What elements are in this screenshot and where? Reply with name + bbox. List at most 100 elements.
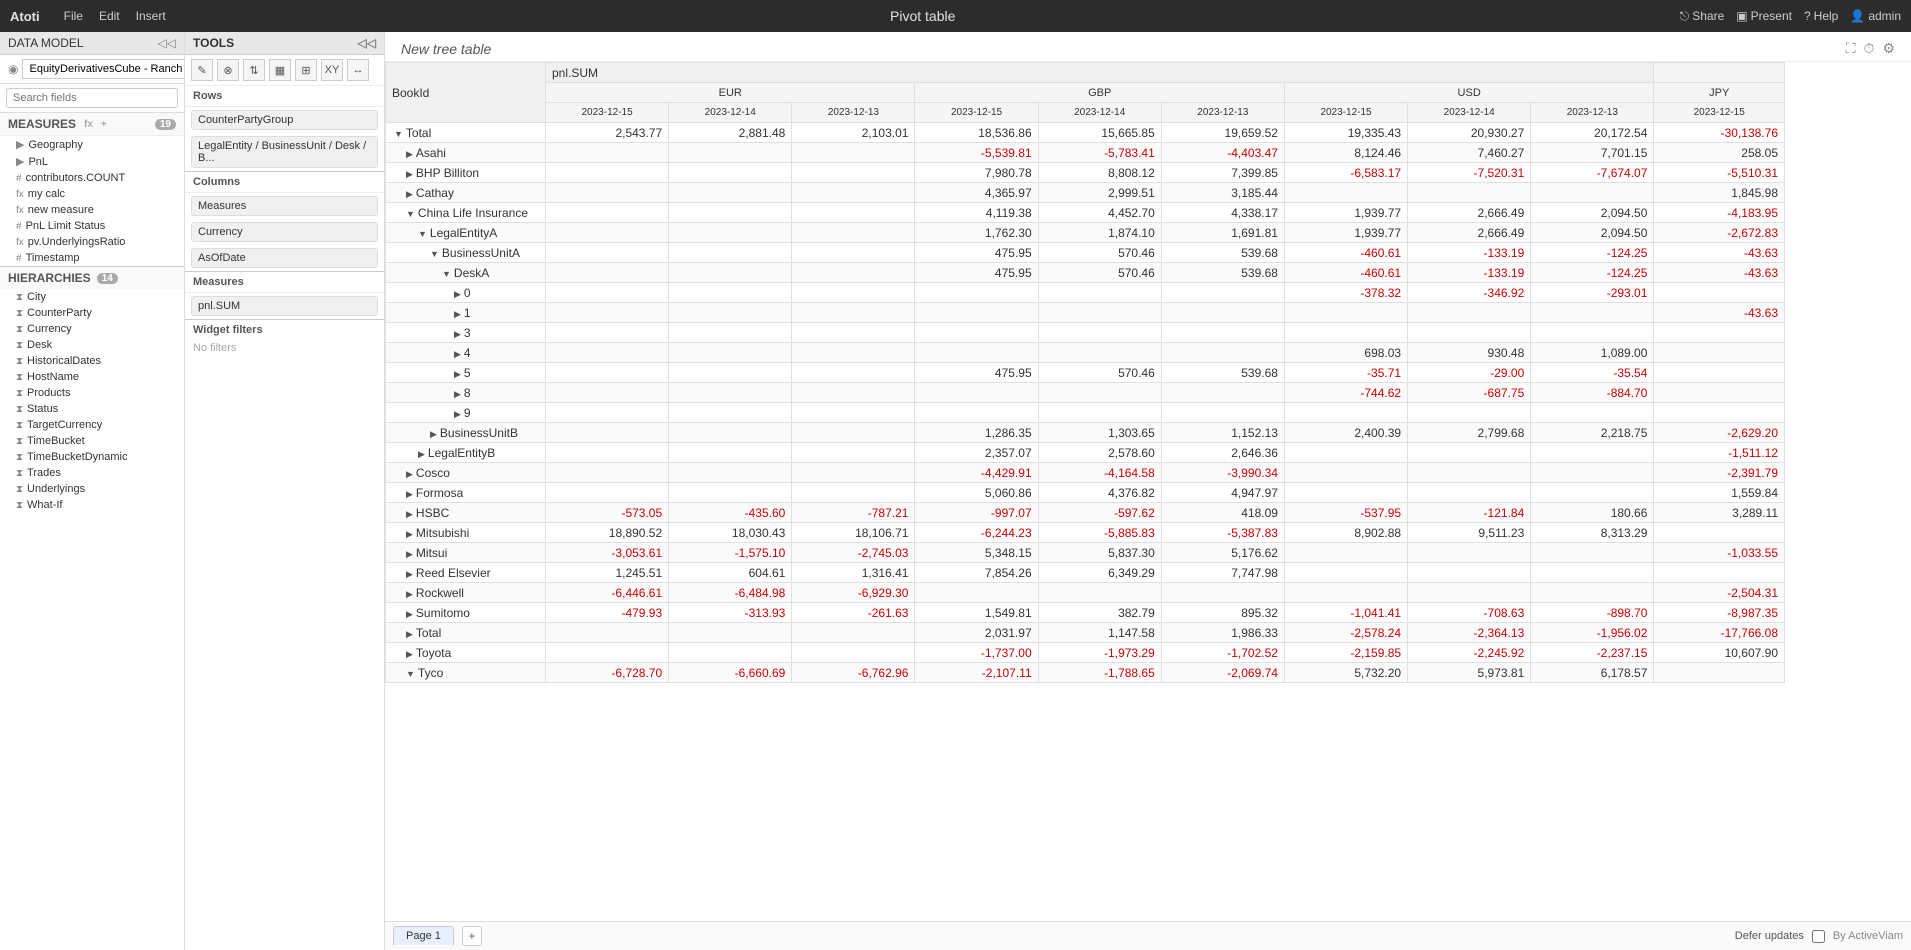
page-tab-1[interactable]: Page 1 bbox=[393, 926, 454, 946]
pencil-icon[interactable]: ✎ bbox=[191, 59, 213, 81]
expand-icon[interactable]: ▶ bbox=[406, 509, 413, 519]
row-label: ▶Mitsui bbox=[386, 543, 546, 563]
expand-icon[interactable]: ▶ bbox=[454, 369, 461, 379]
expand-icon[interactable]: ▼ bbox=[430, 249, 439, 259]
menu-file[interactable]: File bbox=[64, 9, 83, 23]
menu-edit[interactable]: Edit bbox=[99, 9, 120, 23]
expand-icon[interactable]: ▶ bbox=[406, 529, 413, 539]
expand-icon[interactable]: ▶ bbox=[406, 549, 413, 559]
expand-icon[interactable]: ▼ bbox=[394, 129, 403, 139]
admin-button[interactable]: 👤 admin bbox=[1850, 9, 1901, 23]
fullscreen-icon[interactable]: ⛶ bbox=[1846, 40, 1856, 57]
expand-icon[interactable]: ▶ bbox=[406, 169, 413, 179]
pivot-table: BookId pnl.SUM EUR GBP USD JPY 2023-12-1… bbox=[385, 62, 1785, 683]
hierarchy-products[interactable]: ⧗ Products bbox=[0, 385, 184, 401]
cell-value: 3,185.44 bbox=[1161, 183, 1284, 203]
cell-value: 2,578.60 bbox=[1038, 443, 1161, 463]
defer-updates: Defer updates By ActiveViam bbox=[1735, 930, 1903, 943]
hierarchy-counterparty[interactable]: ⧗ CounterParty bbox=[0, 305, 184, 321]
measure-timestamp[interactable]: # Timestamp bbox=[0, 250, 184, 266]
share-button[interactable]: ⎋ Share bbox=[1680, 9, 1725, 24]
xy-icon[interactable]: XY bbox=[321, 59, 343, 81]
help-button[interactable]: ? Help bbox=[1804, 9, 1838, 23]
collapse-left-icon[interactable]: ◁◁ bbox=[158, 36, 176, 50]
expand-icon[interactable]: ▶ bbox=[406, 569, 413, 579]
hierarchy-desk[interactable]: ⧗ Desk bbox=[0, 337, 184, 353]
measures-label: MEASURES bbox=[8, 117, 76, 131]
expand-icon[interactable]: ▼ bbox=[418, 229, 427, 239]
sort-icon[interactable]: ⇅ bbox=[243, 59, 265, 81]
defer-updates-checkbox[interactable] bbox=[1812, 930, 1825, 943]
chart-icon[interactable]: ▦ bbox=[269, 59, 291, 81]
hierarchy-hostname[interactable]: ⧗ HostName bbox=[0, 369, 184, 385]
expand-icon[interactable]: ▶ bbox=[454, 329, 461, 339]
expand-icon[interactable]: ▶ bbox=[406, 469, 413, 479]
table-row: ▼DeskA475.95570.46539.68-460.61-133.19-1… bbox=[386, 263, 1785, 283]
cell-value bbox=[1038, 283, 1161, 303]
expand-icon[interactable]: ▶ bbox=[406, 649, 413, 659]
cell-value: -30,138.76 bbox=[1654, 123, 1785, 143]
search-input[interactable] bbox=[6, 88, 178, 108]
hierarchy-what-if[interactable]: ⧗ What-If bbox=[0, 497, 184, 513]
filter-icon[interactable]: ⊗ bbox=[217, 59, 239, 81]
present-button[interactable]: ▣ Present bbox=[1736, 9, 1792, 23]
expand-icon[interactable]: ▶ bbox=[406, 149, 413, 159]
measure-contributors-count[interactable]: # contributors.COUNT bbox=[0, 170, 184, 186]
cell-value bbox=[669, 343, 792, 363]
expand-icon[interactable]: ▶ bbox=[406, 629, 413, 639]
expand-icon[interactable]: ▶ bbox=[454, 389, 461, 399]
hierarchy-time-bucket-dynamic[interactable]: ⧗ TimeBucketDynamic bbox=[0, 449, 184, 465]
expand-icon[interactable]: ⊞ bbox=[295, 59, 317, 81]
hierarchy-trades[interactable]: ⧗ Trades bbox=[0, 465, 184, 481]
cube-dropdown[interactable]: EquityDerivativesCube - Ranch 5... bbox=[22, 59, 185, 79]
expand-icon[interactable]: ▶ bbox=[430, 429, 437, 439]
add-page-button[interactable]: + bbox=[462, 926, 482, 946]
expand-icon[interactable]: ▼ bbox=[442, 269, 451, 279]
measure-new-measure[interactable]: fx new measure bbox=[0, 202, 184, 218]
row-label: ▶Formosa bbox=[386, 483, 546, 503]
measure-my-calc[interactable]: fx my calc bbox=[0, 186, 184, 202]
cell-value: 382.79 bbox=[1038, 603, 1161, 623]
col-jpy: JPY bbox=[1654, 83, 1785, 103]
hierarchy-status[interactable]: ⧗ Status bbox=[0, 401, 184, 417]
cell-value bbox=[1284, 543, 1407, 563]
measure-geography[interactable]: ▶ Geography bbox=[0, 136, 184, 153]
cell-value bbox=[1284, 563, 1407, 583]
collapse-tools-icon[interactable]: ◁◁ bbox=[358, 36, 376, 50]
measure-pnl-limit-status[interactable]: # PnL Limit Status bbox=[0, 218, 184, 234]
expand-icon[interactable]: ▼ bbox=[406, 669, 415, 679]
columns-field-asofdate: AsOfDate bbox=[191, 248, 378, 268]
expand-icon[interactable]: ▶ bbox=[454, 309, 461, 319]
hierarchy-target-currency[interactable]: ⧗ TargetCurrency bbox=[0, 417, 184, 433]
hierarchy-city[interactable]: ⧗ City bbox=[0, 289, 184, 305]
cell-value: -435.60 bbox=[669, 503, 792, 523]
cell-value bbox=[1531, 483, 1654, 503]
hierarchy-underlyings[interactable]: ⧗ Underlyings bbox=[0, 481, 184, 497]
expand-icon[interactable]: ▶ bbox=[406, 589, 413, 599]
expand-icon[interactable]: ▶ bbox=[406, 189, 413, 199]
cell-value: 18,536.86 bbox=[915, 123, 1038, 143]
hierarchy-currency[interactable]: ⧗ Currency bbox=[0, 321, 184, 337]
cell-value: -1,511.12 bbox=[1654, 443, 1785, 463]
clock-icon[interactable]: ⏱ bbox=[1864, 40, 1875, 57]
menu-insert[interactable]: Insert bbox=[136, 9, 166, 23]
hierarchy-historical-dates[interactable]: ⧗ HistoricalDates bbox=[0, 353, 184, 369]
cell-value: 1,939.77 bbox=[1284, 223, 1407, 243]
expand-icon[interactable]: ▶ bbox=[406, 489, 413, 499]
settings-icon[interactable]: ⚙ bbox=[1882, 40, 1895, 57]
expand-icon[interactable]: ▶ bbox=[418, 449, 425, 459]
hierarchy-time-bucket[interactable]: ⧗ TimeBucket bbox=[0, 433, 184, 449]
cell-value: 5,348.15 bbox=[915, 543, 1038, 563]
row-label-text: Tyco bbox=[418, 666, 443, 680]
measure-pnl[interactable]: ▶ PnL bbox=[0, 153, 184, 170]
cell-value: 19,335.43 bbox=[1284, 123, 1407, 143]
expand-icon[interactable]: ▶ bbox=[454, 409, 461, 419]
arrows-icon[interactable]: ↔ bbox=[347, 59, 369, 81]
expand-icon[interactable]: ▼ bbox=[406, 209, 415, 219]
expand-icon[interactable]: ▶ bbox=[454, 349, 461, 359]
expand-icon[interactable]: ▶ bbox=[406, 609, 413, 619]
cell-value: -2,578.24 bbox=[1284, 623, 1407, 643]
expand-icon[interactable]: ▶ bbox=[454, 289, 461, 299]
measure-pv-underlyings-ratio[interactable]: fx pv.UnderlyingsRatio bbox=[0, 234, 184, 250]
pivot-table-container[interactable]: BookId pnl.SUM EUR GBP USD JPY 2023-12-1… bbox=[385, 62, 1911, 921]
